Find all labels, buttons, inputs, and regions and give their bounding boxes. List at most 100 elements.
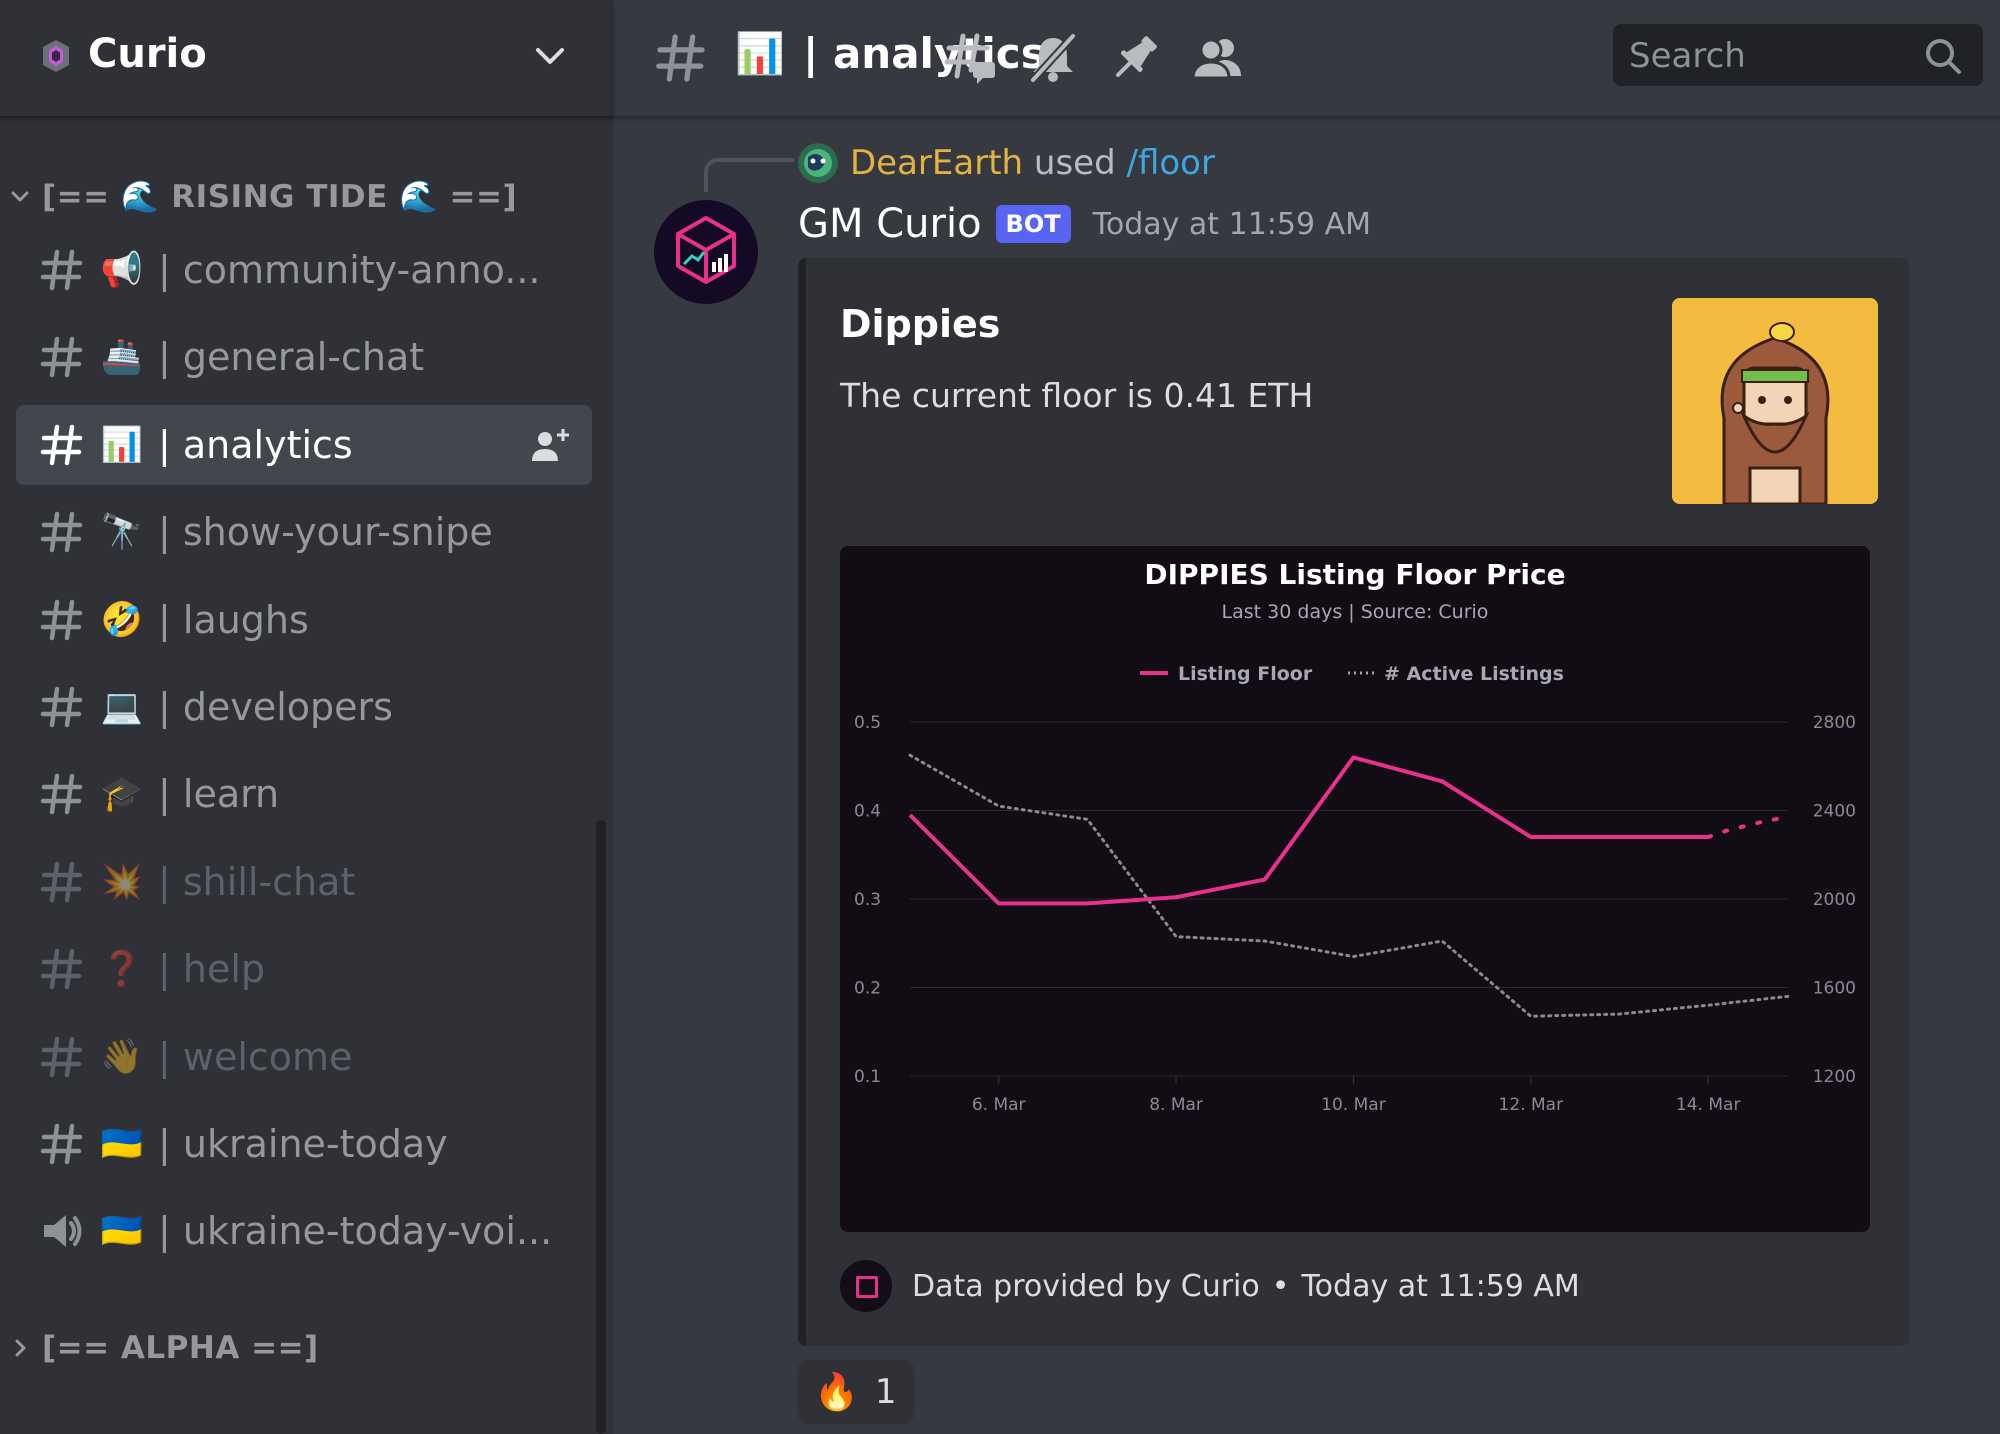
bot-avatar[interactable] [654, 200, 758, 304]
hash-icon [40, 686, 83, 728]
x-tick-label: 14. Mar [1676, 1095, 1741, 1115]
sidebar-channel[interactable]: 🇺🇦 | ukraine-today [16, 1104, 592, 1184]
chevron-down-icon[interactable] [530, 36, 570, 76]
channel-name: | help [158, 947, 266, 991]
fire-icon: 🔥 [814, 1372, 859, 1413]
y-right-tick: 2000 [1813, 890, 1856, 910]
channel-emoji: 🤣 [100, 600, 144, 640]
chart-svg: DIPPIES Listing Floor Price Last 30 days … [854, 558, 1856, 1115]
channel-name: | show-your-snipe [158, 510, 493, 554]
sidebar-channel[interactable]: 📢 | community-anno... [16, 230, 592, 310]
x-tick-label: 10. Mar [1321, 1095, 1386, 1115]
chevron-right-icon [15, 1339, 26, 1357]
reply-used-text: used [1033, 143, 1116, 183]
embed-thumbnail[interactable] [1672, 298, 1878, 504]
channel-name: | shill-chat [158, 860, 356, 904]
hash-icon [40, 861, 83, 903]
sidebar-channel[interactable]: 🚢 | general-chat [16, 317, 592, 397]
category-label: [== ALPHA ==] [42, 1330, 319, 1366]
reply-username[interactable]: DearEarth [850, 143, 1023, 183]
embed-card: Dippies The current floor is 0.41 ETH DI… [798, 258, 1910, 1346]
y-left-tick: 0.1 [854, 1067, 881, 1087]
channel-emoji: 🔭 [100, 512, 144, 552]
legend-label-listings: # Active Listings [1384, 663, 1564, 685]
category-label: [== 🌊 RISING TIDE 🌊 ==] [42, 178, 518, 215]
sidebar-channel[interactable]: 🔭 | show-your-snipe [16, 492, 592, 572]
sidebar-channel[interactable]: 👋 | welcome [16, 1017, 592, 1097]
bot-tag: BOT [995, 205, 1071, 243]
x-tick-label: 8. Mar [1149, 1095, 1203, 1115]
sidebar-channel[interactable]: ❓ | help [16, 929, 592, 1009]
channel-emoji: 📊 [100, 425, 144, 465]
search-input[interactable] [1627, 24, 1921, 88]
earth-avatar-icon [798, 143, 838, 183]
x-tick-label: 12. Mar [1499, 1095, 1564, 1115]
y-left-tick: 0.3 [854, 890, 881, 910]
series-active-listings [908, 753, 1790, 1018]
channel-emoji: ❓ [100, 949, 144, 989]
hash-icon [40, 1123, 83, 1165]
speaker-icon [44, 1215, 82, 1247]
sidebar-channel[interactable]: 💥 | shill-chat [16, 842, 592, 922]
members-icon[interactable] [1189, 30, 1245, 86]
server-name: Curio [88, 31, 207, 77]
sidebar-channel[interactable]: 🤣 | laughs [16, 580, 592, 660]
author-name[interactable]: GM Curio [798, 201, 982, 247]
footer-text: Data provided by Curio [912, 1268, 1260, 1304]
channel-emoji: 🇺🇦 [100, 1211, 144, 1251]
hash-icon [40, 773, 83, 815]
hash-icon [40, 599, 83, 641]
mute-icon[interactable] [1025, 30, 1081, 86]
series-listing-floor-projection [1706, 814, 1790, 840]
channel-emoji: 🎓 [100, 774, 144, 814]
pin-icon[interactable] [1107, 30, 1163, 86]
category-rising-tide[interactable]: [== 🌊 RISING TIDE 🌊 ==] [8, 174, 517, 218]
search-box[interactable] [1613, 24, 1983, 88]
reaction-count: 1 [874, 1372, 897, 1412]
channel-emoji: 👋 [100, 1037, 144, 1077]
channel-name: | community-anno... [158, 248, 541, 292]
embed-description: The current floor is 0.41 ETH [840, 376, 1314, 415]
sidebar-channel[interactable]: 💻 | developers [16, 667, 592, 747]
series-listing-floor [908, 755, 1709, 906]
dippie-character-icon [1672, 298, 1878, 504]
server-header[interactable]: Curio [0, 0, 613, 118]
sidebar-scrollbar[interactable] [596, 820, 606, 1434]
floor-price-chart: DIPPIES Listing Floor Price Last 30 days … [840, 546, 1870, 1232]
sidebar-channel[interactable]: 📊 | analytics [16, 405, 592, 485]
channel-sidebar: Curio [== 🌊 RISING TIDE 🌊 ==] [== ALPHA … [0, 0, 613, 1434]
channel-name: | ukraine-today-voi... [158, 1209, 553, 1253]
channel-emoji: 🚢 [100, 337, 144, 377]
reply-avatar[interactable] [798, 143, 838, 183]
embed-title: Dippies [840, 302, 1001, 346]
channel-name: | welcome [158, 1035, 353, 1079]
y-right-tick: 1200 [1813, 1067, 1856, 1087]
channel-name: | general-chat [158, 335, 425, 379]
search-icon[interactable] [1923, 36, 1963, 76]
hash-icon [40, 336, 83, 378]
sidebar-channel[interactable]: 🇺🇦 | ukraine-today-voi... [16, 1191, 592, 1271]
category-alpha[interactable]: [== ALPHA ==] [8, 1326, 319, 1370]
footer-time: Today at 11:59 AM [1301, 1268, 1580, 1304]
channel-emoji: 🇺🇦 [100, 1124, 144, 1164]
y-right-tick: 2800 [1813, 713, 1856, 733]
channel-name: | ukraine-today [158, 1122, 448, 1166]
reaction-fire[interactable]: 🔥 1 [798, 1360, 914, 1424]
channel-name: | laughs [158, 598, 309, 642]
y-right-tick: 1600 [1813, 979, 1856, 999]
hash-icon [40, 424, 83, 466]
add-member-icon[interactable] [530, 427, 570, 463]
chart-subtitle: Last 30 days | Source: Curio [1222, 601, 1489, 623]
channel-name: | developers [158, 685, 393, 729]
message-header: GM Curio BOT Today at 11:59 AM [798, 196, 1371, 252]
sidebar-channel[interactable]: 🎓 | learn [16, 754, 592, 834]
hash-icon [40, 1036, 83, 1078]
chevron-down-icon [11, 191, 29, 202]
threads-icon[interactable] [943, 30, 999, 86]
server-badge-icon [43, 40, 69, 72]
channel-emoji: 📢 [100, 250, 144, 290]
channel-emoji: 📊 [735, 31, 785, 77]
embed-footer: Data provided by Curio • Today at 11:59 … [840, 1258, 1580, 1314]
message-timestamp[interactable]: Today at 11:59 AM [1093, 207, 1371, 242]
reply-command[interactable]: /floor [1126, 143, 1214, 183]
